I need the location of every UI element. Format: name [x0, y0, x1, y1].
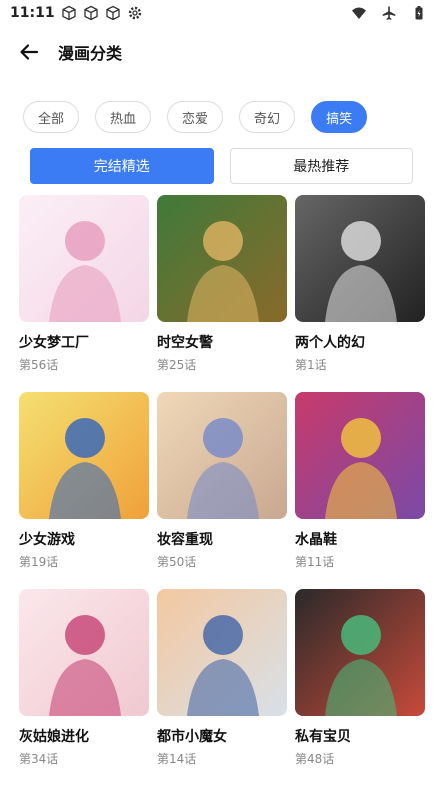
- wifi-icon: [351, 5, 367, 21]
- back-arrow-icon[interactable]: [14, 37, 44, 67]
- comic-card[interactable]: 都市小魔女 第14话: [157, 589, 287, 786]
- comic-title: 私有宝贝: [295, 729, 351, 745]
- comic-title: 两个人的幻: [295, 335, 365, 351]
- comic-card[interactable]: 灰姑娘进化 第34话: [19, 589, 149, 786]
- tab-completed-picks[interactable]: 完结精选: [30, 148, 214, 184]
- comic-chapter-count: 第1话: [295, 358, 327, 372]
- comic-chapter-count: 第34话: [19, 752, 59, 766]
- category-filter: 全部 热血 恋爱 奇幻 搞笑: [23, 101, 368, 133]
- airplane-mode-icon: [381, 5, 397, 21]
- comic-card[interactable]: 妆容重现 第50话: [157, 392, 287, 589]
- comic-card[interactable]: 私有宝贝 第48话: [295, 589, 425, 786]
- comic-title: 妆容重现: [157, 532, 213, 548]
- category-chip-action[interactable]: 热血: [95, 101, 152, 133]
- comic-chapter-count: 第25话: [157, 358, 197, 372]
- comic-cover-image: [295, 195, 425, 322]
- tab-hottest[interactable]: 最热推荐: [229, 148, 413, 184]
- comic-cover-image: [157, 392, 287, 519]
- category-chip-all[interactable]: 全部: [23, 101, 80, 133]
- status-bar: 11:11: [0, 0, 443, 26]
- category-chip-comedy[interactable]: 搞笑: [311, 101, 368, 133]
- comic-chapter-count: 第19话: [19, 555, 59, 569]
- comic-cover-image: [19, 195, 149, 322]
- comic-card[interactable]: 两个人的幻 第1话: [295, 195, 425, 392]
- sort-tabs: 完结精选 最热推荐: [30, 148, 413, 184]
- comic-title: 少女游戏: [19, 532, 75, 548]
- comic-cover-image: [295, 392, 425, 519]
- comic-chapter-count: 第11话: [295, 555, 335, 569]
- comic-cover-image: [19, 392, 149, 519]
- comic-card[interactable]: 少女游戏 第19话: [19, 392, 149, 589]
- comic-chapter-count: 第14话: [157, 752, 197, 766]
- comic-title: 灰姑娘进化: [19, 729, 89, 745]
- comic-grid: 少女梦工厂 第56话 时空女警 第25话 两个人的幻 第1话 少女游戏 第19话…: [19, 195, 425, 786]
- comic-chapter-count: 第48话: [295, 752, 335, 766]
- page-title: 漫画分类: [58, 44, 123, 63]
- comic-cover-image: [157, 195, 287, 322]
- category-chip-romance[interactable]: 恋爱: [167, 101, 224, 133]
- comic-title: 少女梦工厂: [19, 335, 89, 351]
- cube-icon: [105, 5, 121, 21]
- status-time: 11:11: [10, 5, 55, 21]
- app-bar: 漫画分类: [0, 30, 443, 74]
- comic-chapter-count: 第50话: [157, 555, 197, 569]
- category-chip-fantasy[interactable]: 奇幻: [239, 101, 296, 133]
- comic-cover-image: [157, 589, 287, 716]
- comic-chapter-count: 第56话: [19, 358, 59, 372]
- cube-icon: [61, 5, 77, 21]
- comic-card[interactable]: 少女梦工厂 第56话: [19, 195, 149, 392]
- comic-cover-image: [19, 589, 149, 716]
- cube-icon: [83, 5, 99, 21]
- comic-title: 时空女警: [157, 335, 213, 351]
- comic-title: 都市小魔女: [157, 729, 227, 745]
- comic-cover-image: [295, 589, 425, 716]
- comic-card[interactable]: 水晶鞋 第11话: [295, 392, 425, 589]
- comic-card[interactable]: 时空女警 第25话: [157, 195, 287, 392]
- comic-title: 水晶鞋: [295, 532, 337, 548]
- settings-gear-icon: [127, 5, 143, 21]
- battery-icon: [411, 5, 427, 21]
